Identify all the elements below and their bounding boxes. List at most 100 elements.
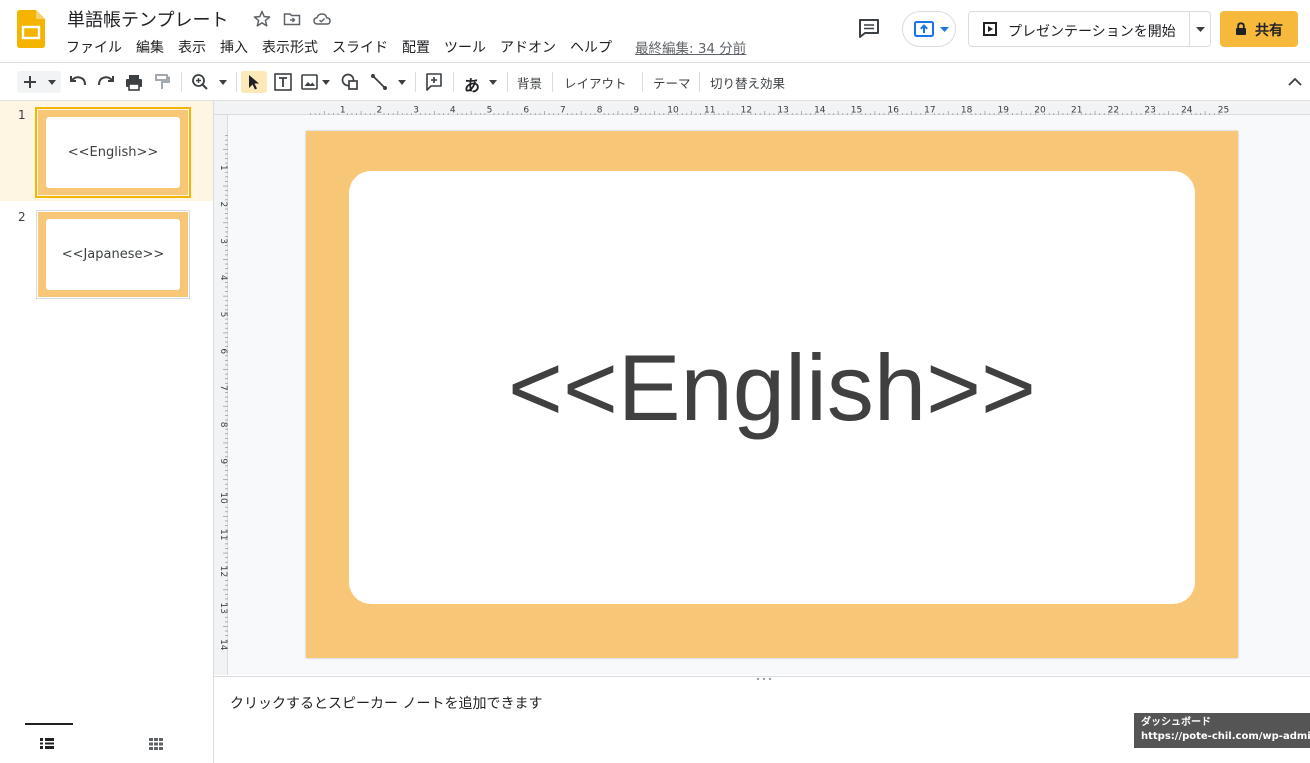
play-icon bbox=[983, 22, 997, 36]
chevron-down-icon bbox=[219, 80, 227, 85]
zoom-button[interactable] bbox=[191, 71, 229, 93]
select-tool-button[interactable] bbox=[241, 71, 267, 93]
ruler-tick-label: 3 bbox=[218, 238, 228, 244]
menu-edit[interactable]: 編集 bbox=[129, 37, 171, 57]
toolbar-divider bbox=[507, 72, 508, 92]
add-comment-button[interactable] bbox=[424, 71, 444, 93]
last-edit-link[interactable]: 最終編集: 34 分前 bbox=[635, 37, 746, 57]
input-tools-glyph: あ bbox=[464, 76, 481, 95]
link-tooltip: ダッシュボード https://pote-chil.com/wp-admin/ bbox=[1134, 713, 1310, 748]
slide-thumbnail[interactable]: <<English>> bbox=[35, 107, 191, 198]
ruler-tick-label: 4 bbox=[218, 275, 228, 281]
new-slide-button[interactable] bbox=[17, 71, 61, 93]
slide-filmstrip: 1 <<English>> 2 <<Japanese>> bbox=[0, 101, 214, 763]
ruler-tick-label: 12 bbox=[218, 566, 228, 577]
ruler-tick-label: 6 bbox=[218, 348, 228, 354]
toolbar-divider bbox=[236, 72, 237, 92]
insert-image-button[interactable] bbox=[301, 71, 331, 93]
lock-icon bbox=[1236, 22, 1246, 35]
text-box-icon bbox=[274, 73, 292, 91]
slide-thumbnail-text: <<Japanese>> bbox=[46, 219, 180, 290]
ruler-tick-label: 8 bbox=[218, 422, 228, 428]
layout-button[interactable]: レイアウト bbox=[564, 73, 627, 92]
present-options-button[interactable] bbox=[902, 11, 956, 47]
menu-format[interactable]: 表示形式 bbox=[255, 37, 325, 57]
move-to-folder-icon[interactable] bbox=[282, 9, 302, 29]
menu-insert[interactable]: 挿入 bbox=[213, 37, 255, 57]
ruler-tick-label: 2 bbox=[377, 106, 383, 116]
ruler-tick-label: 5 bbox=[487, 106, 493, 116]
ruler-tick-label: 11 bbox=[704, 106, 715, 116]
ruler-tick-label: 25 bbox=[1218, 106, 1229, 116]
slide-number: 2 bbox=[18, 210, 26, 224]
tooltip-title: ダッシュボード bbox=[1141, 717, 1211, 728]
comments-icon[interactable] bbox=[856, 16, 882, 42]
ruler-tick-label: 9 bbox=[633, 106, 639, 116]
undo-button[interactable] bbox=[68, 71, 88, 93]
notes-resize-handle[interactable] bbox=[754, 677, 774, 681]
active-view-indicator bbox=[25, 723, 73, 725]
plus-icon bbox=[24, 76, 36, 88]
slide-thumbnail[interactable]: <<Japanese>> bbox=[36, 210, 190, 299]
image-icon bbox=[301, 74, 318, 90]
present-dropdown-icon[interactable] bbox=[1196, 27, 1205, 33]
redo-icon bbox=[98, 76, 114, 86]
theme-button[interactable]: テーマ bbox=[653, 73, 691, 92]
ruler-tick-label: 2 bbox=[218, 202, 228, 208]
slides-logo-icon[interactable] bbox=[17, 10, 45, 48]
toolbar-divider bbox=[699, 72, 700, 92]
menu-help[interactable]: ヘルプ bbox=[563, 37, 619, 57]
menu-addons[interactable]: アドオン bbox=[493, 37, 563, 57]
share-button[interactable]: 共有 bbox=[1220, 11, 1298, 47]
chevron-down-icon bbox=[489, 80, 497, 85]
speaker-notes-placeholder[interactable]: クリックするとスピーカー ノートを追加できます bbox=[230, 693, 542, 713]
ruler-tick-label: 6 bbox=[523, 106, 529, 116]
menu-slide[interactable]: スライド bbox=[325, 37, 395, 57]
redo-button[interactable] bbox=[96, 71, 116, 93]
ruler-tick-label: 14 bbox=[218, 639, 228, 651]
chevron-down-icon bbox=[940, 27, 949, 32]
zoom-icon bbox=[192, 74, 208, 90]
star-icon[interactable] bbox=[252, 9, 272, 29]
ruler-tick-label: 13 bbox=[777, 106, 788, 116]
cloud-saved-icon[interactable] bbox=[312, 9, 332, 29]
menu-arrange[interactable]: 配置 bbox=[395, 37, 437, 57]
ruler-tick-label: 17 bbox=[924, 106, 935, 116]
line-button[interactable] bbox=[370, 71, 408, 93]
collapse-toolbar-icon[interactable] bbox=[1288, 77, 1302, 86]
grid-view-icon[interactable] bbox=[149, 738, 163, 750]
ruler-tick-label: 8 bbox=[597, 106, 603, 116]
text-box-button[interactable] bbox=[273, 71, 293, 93]
slide[interactable]: <<English>> bbox=[306, 131, 1238, 658]
toolbar-divider bbox=[552, 72, 553, 92]
ruler-tick-label: 1 bbox=[340, 106, 346, 116]
paint-format-button[interactable] bbox=[152, 71, 172, 93]
transition-button[interactable]: 切り替え効果 bbox=[710, 73, 785, 92]
print-button[interactable] bbox=[124, 71, 144, 93]
start-presentation-button[interactable]: プレゼンテーションを開始 bbox=[968, 11, 1211, 47]
menu-view[interactable]: 表示 bbox=[171, 37, 213, 57]
menu-tools[interactable]: ツール bbox=[437, 37, 493, 57]
slide-title-text[interactable]: <<English>> bbox=[349, 171, 1195, 604]
shape-button[interactable] bbox=[340, 71, 362, 93]
ruler-tick-label: 7 bbox=[218, 385, 228, 391]
vertical-ruler-scale: 1234567891011121314 bbox=[218, 135, 228, 651]
chevron-down-icon bbox=[322, 80, 330, 85]
ruler-tick-label: 3 bbox=[413, 106, 419, 116]
ruler-tick-label: 5 bbox=[218, 312, 228, 318]
menu-file[interactable]: ファイル bbox=[66, 37, 129, 57]
filmstrip-view-icon[interactable] bbox=[40, 738, 54, 749]
present-divider bbox=[1189, 12, 1190, 46]
cursor-icon bbox=[249, 75, 259, 90]
chevron-down-icon bbox=[48, 80, 56, 85]
background-button[interactable]: 背景 bbox=[517, 73, 542, 92]
ruler-tick-label: 9 bbox=[218, 458, 228, 464]
document-title[interactable]: 単語帳テンプレート bbox=[67, 6, 228, 32]
ruler-tick-label: 7 bbox=[560, 106, 566, 116]
line-icon bbox=[371, 74, 387, 90]
share-label: 共有 bbox=[1255, 23, 1283, 39]
horizontal-ruler-scale: 1 2 3 4 5 6 7 8 9 10 11 12 13 14 15 16 17 18 19 20 21 22 23 24 2… bbox=[310, 106, 1229, 116]
ruler-tick-label: 13 bbox=[218, 602, 228, 613]
ruler-tick-label: 4 bbox=[450, 106, 456, 116]
input-tools-button[interactable]: あ bbox=[462, 71, 498, 95]
